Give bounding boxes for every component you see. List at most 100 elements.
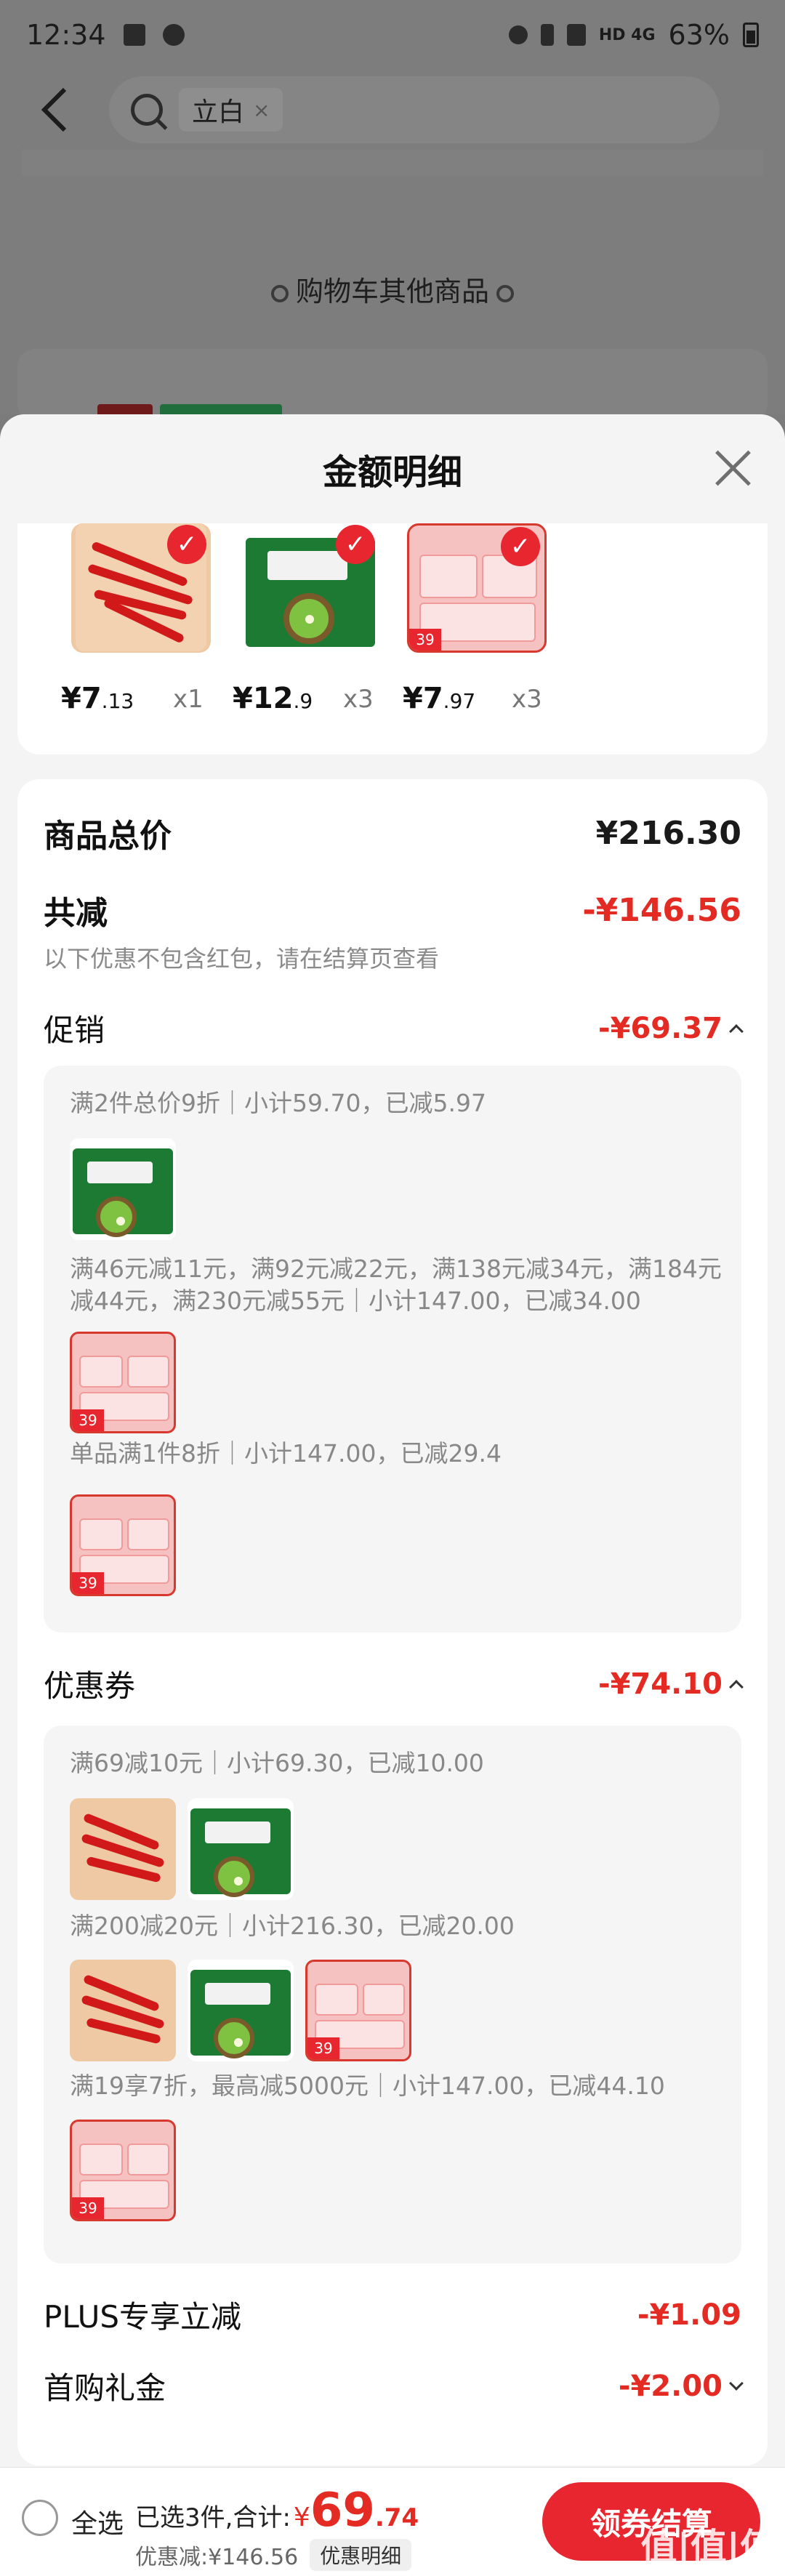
checked-icon: ✓ bbox=[501, 527, 540, 566]
rule-product-kiwi bbox=[188, 1798, 294, 1900]
coupon-rule: 满200减20元｜小计216.30，已减20.00 bbox=[70, 1912, 515, 1940]
price-tag-badge: 39 bbox=[72, 1572, 104, 1594]
total-decimal: .74 bbox=[374, 2503, 419, 2532]
discount-detail-button[interactable]: 优惠明细 bbox=[310, 2539, 412, 2571]
first-gift-row[interactable]: 首购礼金 -¥2.00 bbox=[44, 2364, 744, 2408]
total-summary: 已选3件,合计: ¥ 69 .74 bbox=[135, 2484, 419, 2537]
rule-product-chili bbox=[70, 1798, 176, 1900]
promotion-detail: 满2件总价9折｜小计59.70，已减5.97 满46元减11元，满92元减22元… bbox=[44, 1066, 741, 1633]
select-all-checkbox[interactable] bbox=[22, 2500, 58, 2536]
promotion-value: -¥69.37 bbox=[598, 1012, 744, 1045]
select-all-label[interactable]: 全选 bbox=[71, 2503, 124, 2540]
checkout-bar: 全选 已选3件,合计: ¥ 69 .74 优惠减:¥146.56 优惠明细 领券… bbox=[0, 2467, 785, 2576]
chip-close-icon[interactable]: × bbox=[253, 98, 270, 122]
chevron-left-icon bbox=[41, 87, 67, 132]
plus-label: PLUS专享立减 bbox=[44, 2299, 242, 2335]
top-nav: 立白 × bbox=[0, 70, 785, 150]
price-tag-badge: 39 bbox=[72, 2197, 104, 2219]
rule-product-kiwi bbox=[188, 1960, 294, 2061]
discount-summary: 优惠减:¥146.56 优惠明细 bbox=[135, 2539, 412, 2571]
discount-value: -¥146.56 bbox=[582, 891, 741, 929]
coupon-detail: 满69减10元｜小计69.30，已减10.00 满200减20元｜小计216.3… bbox=[44, 1726, 741, 2263]
search-chip[interactable]: 立白 × bbox=[179, 88, 283, 132]
coupon-rule: 满69减10元｜小计69.30，已减10.00 bbox=[70, 1749, 484, 1777]
rule-product-snack: 39 bbox=[70, 1332, 176, 1433]
rule-product-chili bbox=[70, 1960, 176, 2061]
promotion-label: 促销 bbox=[44, 1013, 105, 1048]
coupon-rule: 满19享7折，最高减5000元｜小计147.00，已减44.10 bbox=[70, 2072, 665, 2100]
battery-percent: 63% bbox=[668, 19, 730, 51]
chevron-up-icon bbox=[729, 1023, 744, 1039]
product-item[interactable]: ✓ bbox=[240, 523, 392, 653]
discount-label: 共减 bbox=[44, 895, 108, 932]
total-integer: 69 bbox=[310, 2484, 375, 2537]
price-tag-badge: 39 bbox=[307, 2037, 339, 2059]
rule-product-snack: 39 bbox=[305, 1960, 411, 2061]
checked-icon: ✓ bbox=[167, 525, 206, 564]
product-image-kiwi: ✓ bbox=[240, 523, 379, 653]
coupon-value: -¥74.10 bbox=[598, 1667, 744, 1701]
coupon-label: 优惠券 bbox=[44, 1668, 136, 1704]
bluetooth-icon bbox=[540, 24, 554, 46]
promotion-row[interactable]: 促销 -¥69.37 bbox=[44, 1006, 744, 1050]
search-icon bbox=[131, 94, 163, 126]
search-input[interactable]: 立白 × bbox=[109, 76, 720, 143]
discount-note: 以下优惠不包含红包，请在结算页查看 bbox=[44, 945, 440, 973]
chevron-up-icon bbox=[729, 1679, 744, 1694]
product-qty: x3 bbox=[343, 685, 374, 714]
gallery-icon bbox=[123, 24, 145, 46]
product-image-chili: ✓ bbox=[71, 523, 211, 653]
product-qty: x3 bbox=[512, 685, 542, 714]
network-indicator: HD 4G bbox=[598, 25, 656, 44]
mute-icon bbox=[566, 24, 586, 46]
ring-icon bbox=[496, 284, 514, 302]
watermark-text: zhidezhi.com bbox=[688, 2559, 775, 2575]
promotion-rule: 单品满1件8折｜小计147.00，已减29.4 bbox=[70, 1439, 502, 1468]
rule-product-snack: 39 bbox=[70, 1494, 176, 1596]
back-button[interactable] bbox=[29, 84, 80, 135]
background-item bbox=[17, 349, 768, 424]
search-chip-label: 立白 bbox=[192, 97, 245, 127]
amount-detail-card: 商品总价 ¥216.30 共减 -¥146.56 以下优惠不包含红包，请在结算页… bbox=[17, 779, 768, 2466]
product-price: ¥12.9 bbox=[233, 682, 313, 715]
product-item[interactable]: ✓ bbox=[71, 523, 224, 653]
ring-icon bbox=[270, 284, 289, 302]
promotion-rule: 满2件总价9折｜小计59.70，已减5.97 bbox=[70, 1089, 486, 1117]
product-price: ¥7.97 bbox=[403, 682, 476, 715]
rule-product-snack: 39 bbox=[70, 2120, 176, 2221]
amount-detail-sheet: 金额明细 ✓ ✓ 39 ✓ ¥7.13 x1 ¥12.9 x3 ¥7.97 x3… bbox=[0, 414, 785, 2576]
close-icon[interactable] bbox=[709, 445, 756, 491]
product-price: ¥7.13 bbox=[61, 682, 134, 715]
first-gift-label: 首购礼金 bbox=[44, 2370, 166, 2406]
selected-products: ✓ ✓ 39 ✓ ¥7.13 x1 ¥12.9 x3 ¥7.97 x3 bbox=[17, 523, 768, 754]
total-currency: ¥ bbox=[293, 2503, 310, 2532]
total-label: 商品总价 bbox=[44, 818, 172, 855]
product-qty: x1 bbox=[173, 685, 204, 714]
status-bar: 12:34 HD 4G 63% bbox=[0, 0, 785, 70]
price-tag-badge: 39 bbox=[409, 629, 441, 651]
chevron-down-icon bbox=[729, 2375, 744, 2391]
price-tag-badge: 39 bbox=[72, 1409, 104, 1431]
discount-row: 共减 -¥146.56 bbox=[44, 887, 741, 933]
plus-value: -¥1.09 bbox=[637, 2298, 741, 2332]
coupon-row[interactable]: 优惠券 -¥74.10 bbox=[44, 1662, 744, 1706]
first-gift-value: -¥2.00 bbox=[619, 2370, 744, 2403]
sheet-header: 金额明细 bbox=[0, 414, 785, 523]
alarm-icon bbox=[508, 25, 528, 44]
status-time: 12:34 bbox=[26, 19, 106, 51]
plus-row: PLUS专享立减 -¥1.09 bbox=[44, 2293, 741, 2337]
wechat-icon bbox=[162, 24, 185, 46]
selected-count-label: 已选3件,合计: bbox=[135, 2503, 291, 2532]
product-item[interactable]: 39 ✓ bbox=[407, 523, 560, 653]
rule-product-kiwi bbox=[70, 1138, 176, 1240]
other-items-title: 购物车其他商品 bbox=[0, 269, 785, 309]
total-row: 商品总价 ¥216.30 bbox=[44, 810, 741, 856]
other-items-label: 购物车其他商品 bbox=[295, 275, 489, 307]
background-row bbox=[22, 150, 763, 176]
promotion-rule: 满46元减11元，满92元减22元，满138元减34元，满184元减44元，满2… bbox=[70, 1255, 722, 1315]
discount-summary-text: 优惠减:¥146.56 bbox=[135, 2545, 299, 2570]
checked-icon: ✓ bbox=[336, 525, 375, 564]
sheet-title: 金额明细 bbox=[322, 452, 462, 493]
total-value: ¥216.30 bbox=[595, 814, 741, 852]
battery-icon bbox=[743, 23, 759, 47]
